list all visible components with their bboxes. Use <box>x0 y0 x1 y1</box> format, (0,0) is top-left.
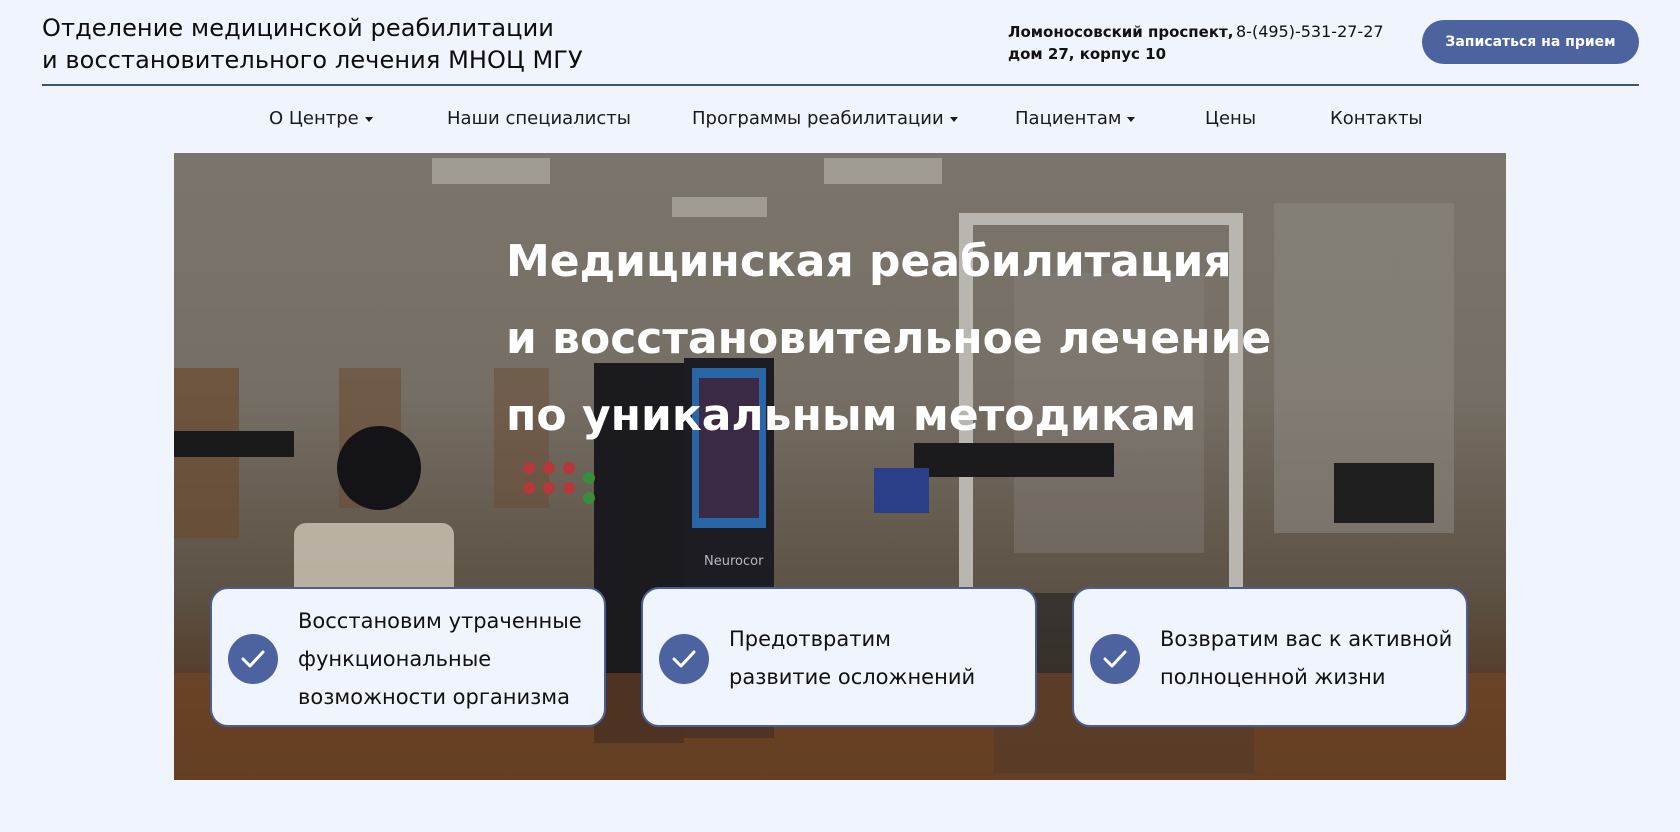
org-title-line1: Отделение медицинской реабилитации <box>42 14 554 42</box>
phone-number[interactable]: 8-(495)-531-27-27 <box>1236 21 1384 43</box>
org-title-line2: и восстановительного лечения МНОЦ МГУ <box>42 46 583 74</box>
feature-text-line: Восстановим утраченные <box>298 609 582 633</box>
feature-text-line: функциональные <box>298 647 492 671</box>
check-icon <box>228 634 278 684</box>
nav-item-label: Контакты <box>1330 108 1423 129</box>
nav-item-programs[interactable]: Программы реабилитации <box>692 108 958 129</box>
header-divider <box>42 84 1639 86</box>
nav-item-label: Пациентам <box>1015 108 1122 129</box>
nav-item-label: Наши специалисты <box>447 108 631 129</box>
feature-card-text: Восстановим утраченные функциональные во… <box>298 602 582 716</box>
check-icon <box>659 634 709 684</box>
equipment-brand-label: Neurocor <box>704 554 764 569</box>
nav-item-about[interactable]: О Центре <box>269 108 373 129</box>
feature-card-text: Предотвратим развитие осложнений <box>729 620 975 696</box>
caret-down-icon <box>364 117 373 122</box>
org-title[interactable]: Отделение медицинской реабилитации и вос… <box>42 12 583 76</box>
feature-text-line: полноценной жизни <box>1160 665 1386 689</box>
address: Ломоносовский проспект, дом 27, корпус 1… <box>1008 21 1233 65</box>
caret-down-icon <box>1127 117 1136 122</box>
caret-down-icon <box>949 117 958 122</box>
main-nav: О Центре Наши специалисты Программы реаб… <box>0 100 1680 140</box>
feature-text-line: Возвратим вас к активной <box>1160 627 1453 651</box>
feature-card-prevent: Предотвратим развитие осложнений <box>641 587 1037 727</box>
hero-heading-line3: по уникальным методикам <box>506 390 1197 441</box>
feature-card-text: Возвратим вас к активной полноценной жиз… <box>1160 620 1452 696</box>
feature-card-return: Возвратим вас к активной полноценной жиз… <box>1072 587 1468 727</box>
nav-item-contacts[interactable]: Контакты <box>1330 108 1423 129</box>
nav-item-patients[interactable]: Пациентам <box>1015 108 1136 129</box>
feature-text-line: возможности организма <box>298 685 571 709</box>
hero-heading: Медицинская реабилитация и восстановител… <box>506 223 1271 454</box>
site-header: Отделение медицинской реабилитации и вос… <box>0 0 1680 86</box>
nav-item-prices[interactable]: Цены <box>1205 108 1256 129</box>
nav-item-label: Программы реабилитации <box>692 108 944 129</box>
nav-item-label: Цены <box>1205 108 1257 129</box>
hero-banner: Neurocor Медицинская реабилитация и восс… <box>174 153 1506 780</box>
feature-text-line: Предотвратим <box>729 627 891 651</box>
hero-heading-line2: и восстановительное лечение <box>506 313 1272 364</box>
address-line1: Ломоносовский проспект, <box>1008 23 1234 41</box>
nav-item-label: О Центре <box>269 108 359 129</box>
nav-item-specialists[interactable]: Наши специалисты <box>447 108 631 129</box>
address-line2: дом 27, корпус 10 <box>1008 45 1167 63</box>
book-appointment-button[interactable]: Записаться на прием <box>1422 20 1639 64</box>
hero-heading-line1: Медицинская реабилитация <box>506 236 1232 287</box>
feature-text-line: развитие осложнений <box>729 665 976 689</box>
feature-card-restore: Восстановим утраченные функциональные во… <box>210 587 606 727</box>
check-icon <box>1090 634 1140 684</box>
